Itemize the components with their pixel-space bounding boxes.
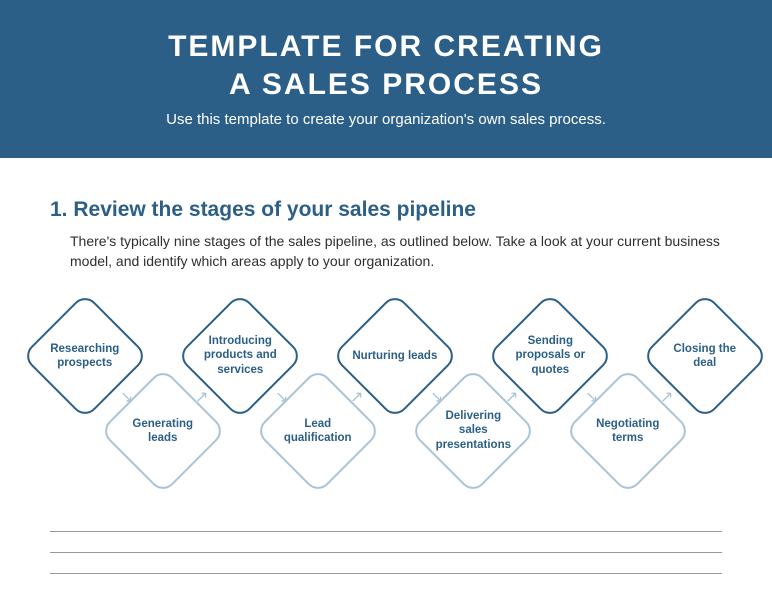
page-subtitle: Use this template to create your organiz… (20, 111, 752, 128)
stage-3-label: Introducing products and services (197, 335, 283, 378)
section-heading: 1. Review the stages of your sales pipel… (50, 198, 722, 222)
page-title: TEMPLATE FOR CREATING A SALES PROCESS (20, 28, 752, 103)
stage-4-label: Lead qualification (275, 417, 361, 446)
header-banner: TEMPLATE FOR CREATING A SALES PROCESS Us… (0, 0, 772, 158)
title-line-1: TEMPLATE FOR CREATING (168, 30, 604, 63)
stage-7-label: Sending proposals or quotes (507, 335, 593, 378)
stage-1-label: Researching prospects (42, 342, 128, 371)
stage-5-label: Nurturing leads (352, 349, 438, 363)
content-area: 1. Review the stages of your sales pipel… (0, 158, 772, 491)
arrow-icon: ↘ (585, 387, 598, 407)
arrow-icon: ↗ (195, 387, 208, 407)
blank-line (50, 573, 722, 574)
arrow-icon: ↗ (350, 387, 363, 407)
pipeline-diagram: Researching prospects Generating leads I… (30, 291, 742, 491)
section-intro: There's typically nine stages of the sal… (50, 232, 722, 271)
arrow-icon: ↘ (275, 387, 288, 407)
stage-9-label: Closing the deal (662, 342, 748, 371)
blank-lines (50, 531, 722, 574)
title-line-2: A SALES PROCESS (229, 68, 543, 101)
stage-8-label: Negotiating terms (585, 417, 671, 446)
arrow-icon: ↘ (430, 387, 443, 407)
arrow-icon: ↗ (660, 387, 673, 407)
arrow-icon: ↗ (505, 387, 518, 407)
stage-2-label: Generating leads (120, 417, 206, 446)
stage-6-label: Delivering sales presentations (430, 410, 516, 453)
arrow-icon: ↘ (120, 387, 133, 407)
blank-line (50, 552, 722, 553)
blank-line (50, 531, 722, 532)
